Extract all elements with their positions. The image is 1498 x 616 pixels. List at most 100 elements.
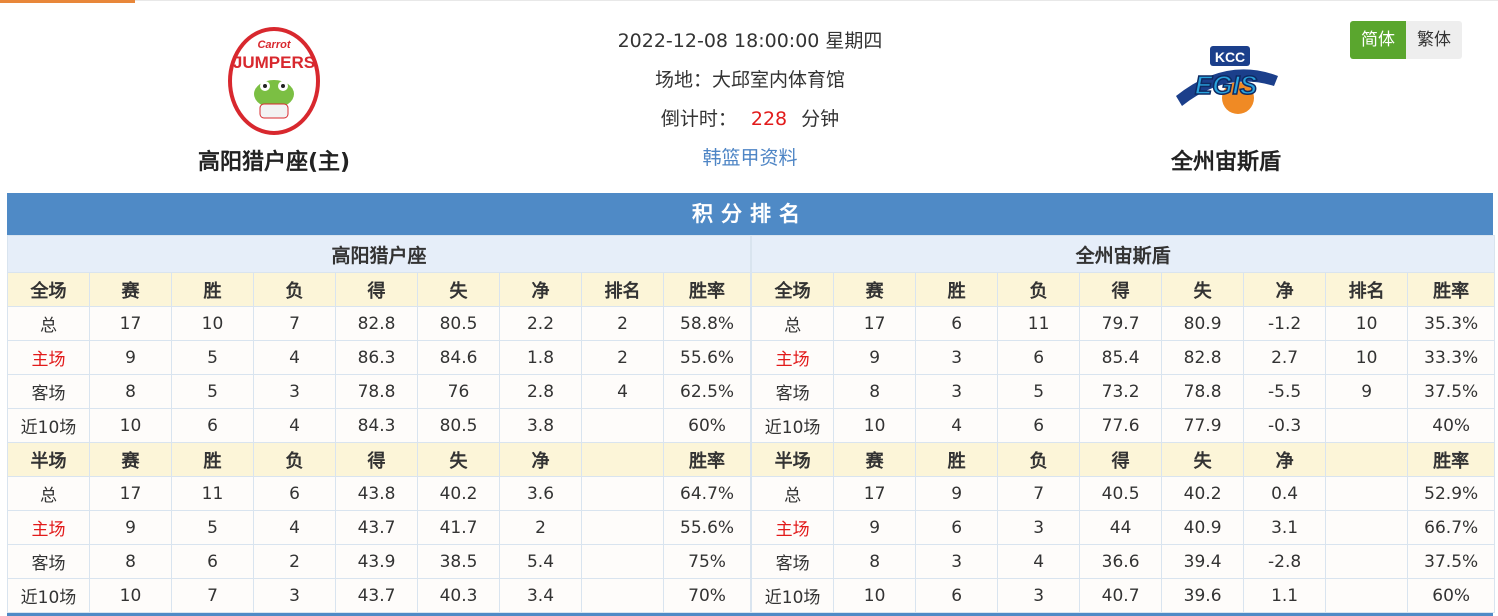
table-row: 总 17 11 6 43.8 40.2 3.6 64.7% xyxy=(7,476,752,511)
home-team-name[interactable]: 高阳猎户座(主) xyxy=(174,144,374,176)
half-game-header-row: 半场赛胜负得失净 胜率 xyxy=(7,442,752,477)
table-cell: 6 xyxy=(253,476,336,511)
away-team[interactable]: KCC EGIS 全州宙斯盾 xyxy=(1126,22,1326,176)
table-cell: 1.8 xyxy=(499,340,582,375)
table-cell: 75% xyxy=(662,544,752,579)
table-cell: 3 xyxy=(253,578,336,613)
table-cell xyxy=(581,408,664,443)
language-toggle: 简体 繁体 xyxy=(1350,21,1462,59)
table-cell: 44 xyxy=(1079,510,1163,545)
table-row: 主场 9 5 4 43.7 41.7 2 55.6% xyxy=(7,510,752,545)
table-cell: 4 xyxy=(997,544,1081,579)
table-row: 客场 8 3 5 73.2 78.8 -5.5 9 37.5% xyxy=(751,374,1496,409)
table-cell: 17 xyxy=(833,306,917,341)
standings-section: 积分排名 高阳猎户座 全场赛胜负得失净排名 胜率总 17 10 7 82.8 80.5 2.2 2… xyxy=(6,193,1496,616)
table-cell xyxy=(1325,510,1409,545)
table-row: 客场 8 3 4 36.6 39.4 -2.8 37.5% xyxy=(751,544,1496,579)
column-header: 胜 xyxy=(915,272,999,307)
home-logo-wordmark-top: Carrot xyxy=(257,39,291,51)
column-header: 得 xyxy=(335,442,418,477)
home-logo-wordmark: JUMPERS xyxy=(233,53,315,72)
table-cell: 43.7 xyxy=(335,578,418,613)
table-cell: 73.2 xyxy=(1079,374,1163,409)
table-cell xyxy=(1325,578,1409,613)
column-header: 负 xyxy=(253,272,336,307)
table-cell: 84.3 xyxy=(335,408,418,443)
table-cell: 4 xyxy=(253,340,336,375)
countdown: 倒计时： 228 分钟 xyxy=(550,104,950,143)
table-cell: 11 xyxy=(997,306,1081,341)
table-cell: 8 xyxy=(89,374,172,409)
table-cell: 64.7% xyxy=(662,476,752,511)
table-cell: 3 xyxy=(915,544,999,579)
row-label: 主场 xyxy=(751,340,835,375)
table-cell: 77.9 xyxy=(1161,408,1245,443)
row-label: 总 xyxy=(751,476,835,511)
full-game-header-row: 全场赛胜负得失净排名 胜率 xyxy=(7,272,752,307)
column-header: 胜 xyxy=(171,272,254,307)
match-datetime: 2022-12-08 18:00:00 星期四 xyxy=(617,30,883,52)
table-cell: 78.8 xyxy=(335,374,418,409)
row-label: 客场 xyxy=(7,374,90,409)
column-header: 得 xyxy=(335,272,418,307)
table-cell: 39.4 xyxy=(1161,544,1245,579)
table-cell: 37.5% xyxy=(1407,374,1496,409)
table-cell: 2.8 xyxy=(499,374,582,409)
column-header: 赛 xyxy=(833,272,917,307)
column-header: 净 xyxy=(499,442,582,477)
table-cell xyxy=(1325,544,1409,579)
team-name-row: 高阳猎户座 xyxy=(6,235,752,273)
column-header: 胜率 xyxy=(1407,442,1496,477)
table-cell: 3.1 xyxy=(1243,510,1327,545)
home-team[interactable]: Carrot JUMPERS 高阳猎户座(主) xyxy=(174,22,374,176)
column-header: 排名 xyxy=(581,272,664,307)
table-cell: 3.8 xyxy=(499,408,582,443)
row-label: 总 xyxy=(751,306,835,341)
table-cell: 10 xyxy=(1325,306,1409,341)
table-cell: 41.7 xyxy=(417,510,500,545)
standings-title: 积分排名 xyxy=(7,193,1493,235)
simplified-chinese-button[interactable]: 简体 xyxy=(1350,21,1406,59)
table-cell: 66.7% xyxy=(1407,510,1496,545)
table-cell: 7 xyxy=(171,578,254,613)
table-row: 总 17 6 11 79.7 80.9 -1.2 10 35.3% xyxy=(751,306,1496,341)
column-header xyxy=(581,442,664,477)
column-header: 净 xyxy=(1243,272,1327,307)
table-cell: 40.2 xyxy=(417,476,500,511)
column-header: 胜 xyxy=(915,442,999,477)
table-cell: 82.8 xyxy=(335,306,418,341)
table-cell: 6 xyxy=(997,340,1081,375)
column-header: 净 xyxy=(1243,442,1327,477)
row-label: 总 xyxy=(7,306,90,341)
table-cell: 85.4 xyxy=(1079,340,1163,375)
table-cell: 3.6 xyxy=(499,476,582,511)
column-header: 得 xyxy=(1079,442,1163,477)
table-cell: 60% xyxy=(1407,578,1496,613)
table-row: 近10场 10 7 3 43.7 40.3 3.4 70% xyxy=(7,578,752,613)
column-header: 失 xyxy=(417,272,500,307)
table-cell: 40.2 xyxy=(1161,476,1245,511)
table-cell: 40.7 xyxy=(1079,578,1163,613)
table-cell: 36.6 xyxy=(1079,544,1163,579)
column-header: 赛 xyxy=(89,442,172,477)
league-info-link[interactable]: 韩篮甲资料 xyxy=(550,143,950,182)
table-row: 客场 8 5 3 78.8 76 2.8 4 62.5% xyxy=(7,374,752,409)
row-label: 近10场 xyxy=(751,408,835,443)
table-row: 近10场 10 6 3 40.7 39.6 1.1 60% xyxy=(751,578,1496,613)
table-cell: 52.9% xyxy=(1407,476,1496,511)
table-cell: 6 xyxy=(171,408,254,443)
table-cell: 39.6 xyxy=(1161,578,1245,613)
table-cell: 9 xyxy=(1325,374,1409,409)
table-cell: 3 xyxy=(253,374,336,409)
table-cell: 86.3 xyxy=(335,340,418,375)
table-cell: 11 xyxy=(171,476,254,511)
traditional-chinese-button[interactable]: 繁体 xyxy=(1406,21,1462,59)
column-header: 胜 xyxy=(171,442,254,477)
table-cell: 9 xyxy=(89,510,172,545)
table-cell: 10 xyxy=(833,408,917,443)
row-label: 主场 xyxy=(751,510,835,545)
table-cell xyxy=(581,578,664,613)
away-standings-table: 全州宙斯盾 全场赛胜负得失净排名 胜率总 17 6 11 79.7 80.9 -1.2 10 35.… xyxy=(751,235,1496,613)
table-cell: 40% xyxy=(1407,408,1496,443)
away-team-name[interactable]: 全州宙斯盾 xyxy=(1126,144,1326,176)
